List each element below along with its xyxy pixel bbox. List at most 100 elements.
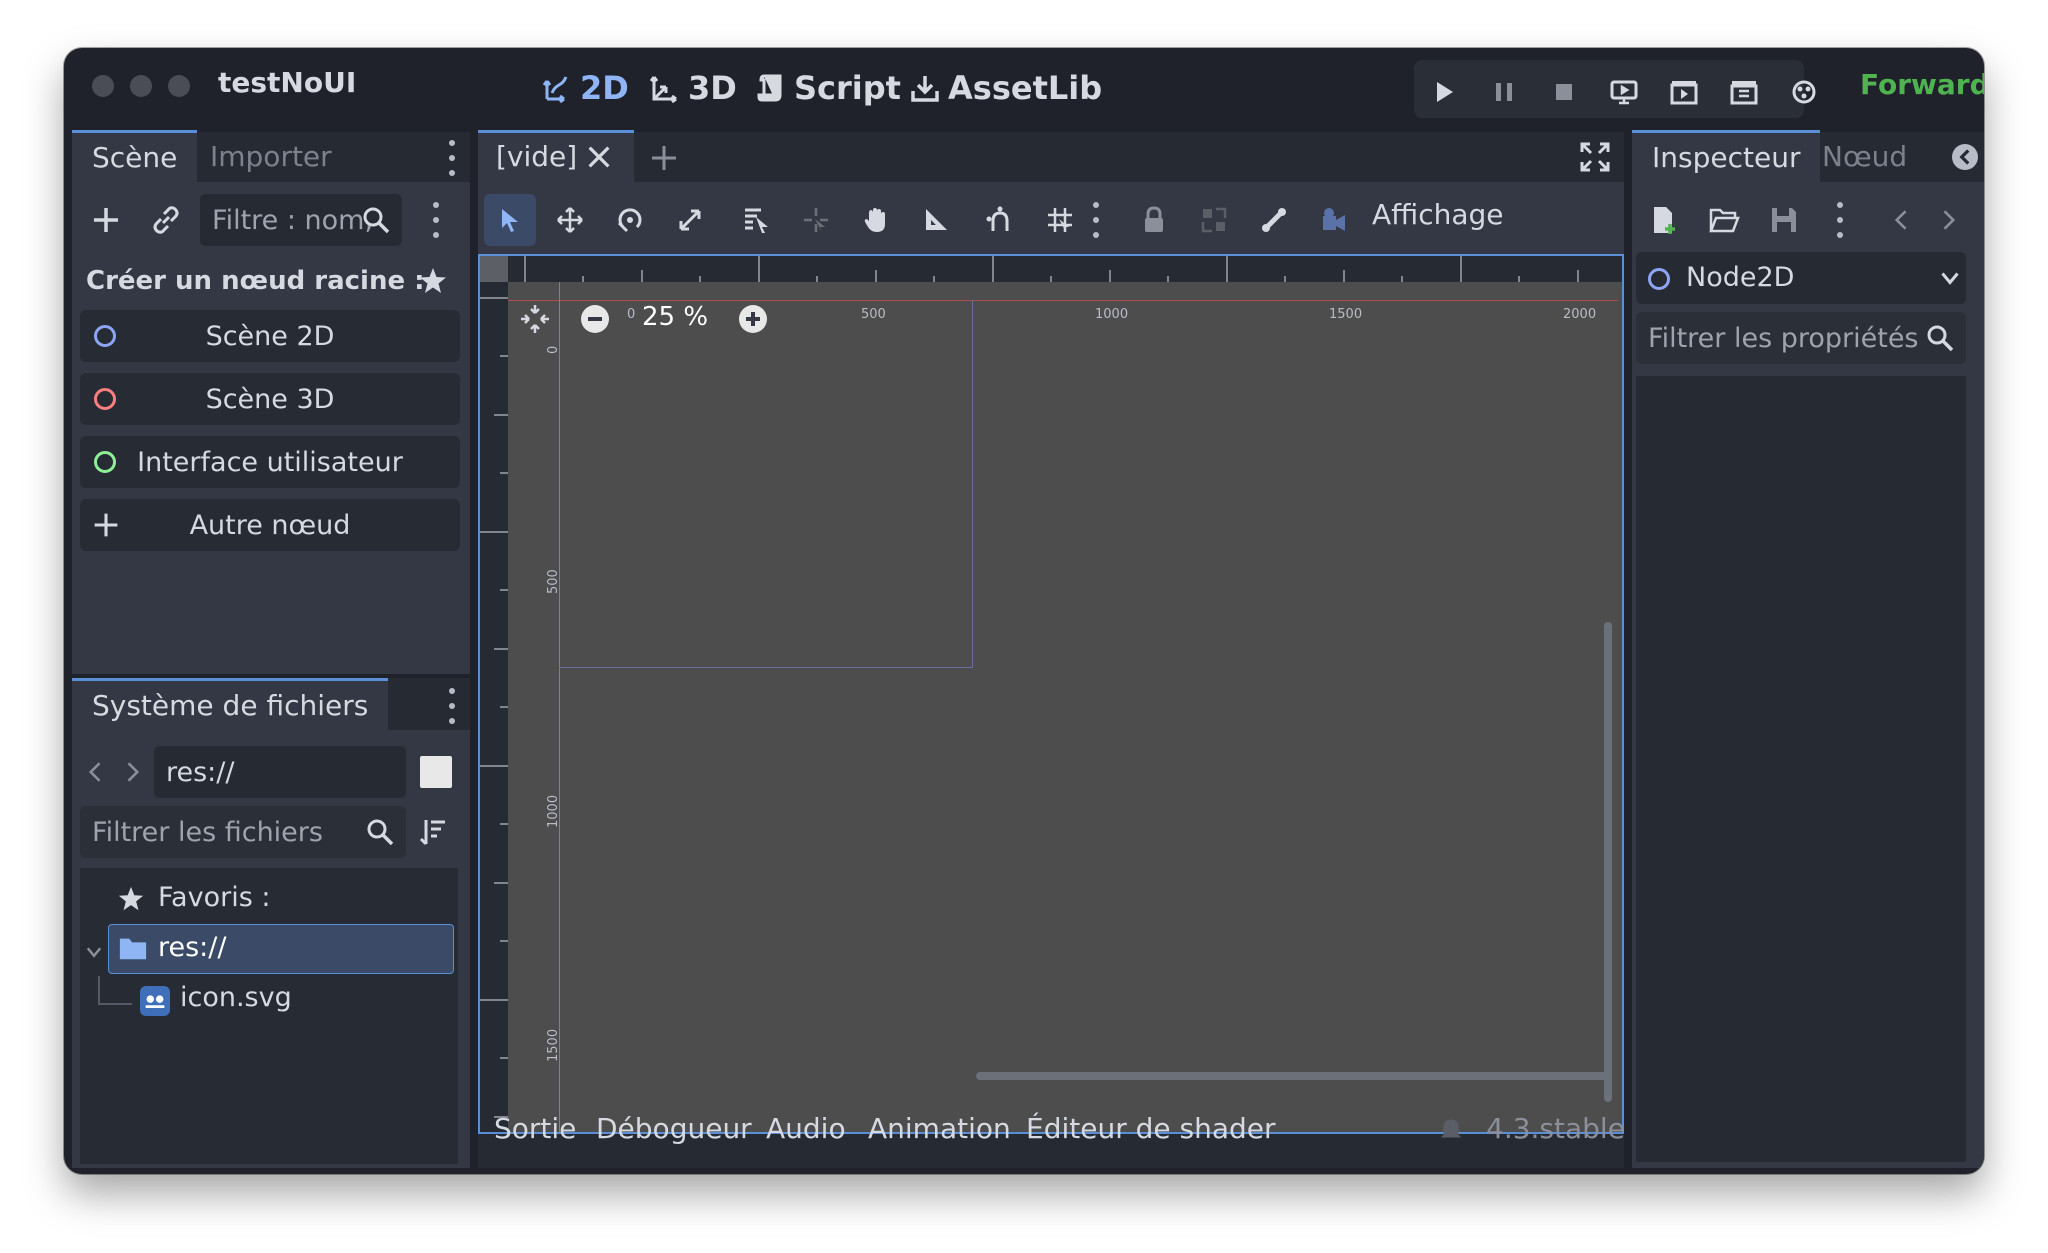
movie-maker-button[interactable] — [1786, 74, 1822, 110]
clapper-icon — [1730, 81, 1758, 105]
tab-output[interactable]: Sortie — [494, 1112, 576, 1145]
create-3d-scene-button[interactable]: Scène 3D — [80, 373, 460, 425]
tab-shader-editor[interactable]: Éditeur de shader — [1026, 1112, 1276, 1145]
vertical-scrollbar[interactable] — [1604, 622, 1612, 1102]
tab-script[interactable]: Script — [756, 66, 901, 110]
smart-snap-button[interactable] — [974, 194, 1026, 246]
fs-toggle-split-button[interactable] — [420, 756, 452, 788]
remote-debug-button[interactable] — [1606, 74, 1642, 110]
fs-filter-search-icon — [364, 816, 396, 848]
camera-override-button[interactable] — [1308, 194, 1360, 246]
tab-node[interactable]: Nœud — [1802, 130, 1927, 182]
zoom-out-icon — [581, 305, 609, 333]
tab-assetlib[interactable]: AssetLib — [910, 66, 1102, 110]
dock-left-button[interactable] — [1952, 144, 1978, 170]
snap-options-button[interactable] — [1092, 202, 1100, 238]
tab-2d-label: 2D — [580, 69, 629, 107]
fs-sort-button[interactable] — [416, 814, 450, 850]
other-node-button[interactable]: Autre nœud — [80, 499, 460, 551]
inspector-extra-menu-button[interactable] — [1836, 202, 1844, 238]
filesystem-menu-button[interactable] — [448, 688, 456, 724]
tab-import[interactable]: Importer — [190, 130, 352, 182]
bell-icon — [1440, 1119, 1462, 1138]
scale-mode-button[interactable] — [664, 194, 716, 246]
create-2d-scene-button[interactable]: Scène 2D — [80, 310, 460, 362]
tab-animation[interactable]: Animation — [868, 1112, 1011, 1145]
scene-tree-menu-button[interactable] — [432, 202, 440, 238]
horizontal-scrollbar[interactable] — [976, 1072, 1608, 1080]
view-menu[interactable]: Affichage — [1372, 198, 1504, 231]
fs-forward-button[interactable] — [118, 754, 146, 790]
ruler-h-label-2000: 2000 — [1563, 307, 1597, 322]
movie-icon — [1670, 81, 1698, 105]
fs-back-button[interactable] — [82, 754, 110, 790]
move-mode-button[interactable] — [544, 194, 596, 246]
history-forward-button[interactable] — [1934, 204, 1962, 236]
chevron-down-icon — [86, 947, 102, 958]
play-button[interactable] — [1426, 74, 1462, 110]
notifications-icon[interactable] — [1436, 1114, 1466, 1144]
close-scene-tab-button[interactable] — [584, 142, 614, 172]
pan-mode-button[interactable] — [850, 194, 902, 246]
zoom-in-icon — [739, 305, 767, 333]
favorites-label: Favoris : — [158, 882, 271, 913]
pivot-icon — [804, 208, 828, 232]
ruler-mode-button[interactable] — [910, 194, 962, 246]
renderer-selector[interactable]: Forward+ — [1860, 68, 1984, 101]
star-icon — [420, 268, 446, 293]
instance-scene-button[interactable] — [146, 200, 186, 240]
tab-2d[interactable]: 2D — [542, 66, 629, 110]
pivot-mode-button[interactable] — [790, 194, 842, 246]
tab-scene[interactable]: Scène — [72, 130, 198, 182]
tab-audio[interactable]: Audio — [766, 1112, 846, 1145]
new-scene-tab-button[interactable] — [648, 142, 680, 174]
stop-button[interactable] — [1546, 74, 1582, 110]
tab-3d-label: 3D — [688, 69, 737, 107]
tab-debugger[interactable]: Débogueur — [596, 1112, 752, 1145]
fs-path-input[interactable]: res:// — [154, 746, 406, 798]
fs-filter-input[interactable]: Filtrer les fichiers — [80, 806, 406, 858]
chevron-left-icon — [1894, 210, 1907, 230]
grid-snap-button[interactable] — [1034, 194, 1086, 246]
load-resource-button[interactable] — [1704, 200, 1744, 240]
fs-filter-placeholder: Filtrer les fichiers — [92, 816, 323, 848]
zoom-out-button[interactable] — [578, 302, 612, 336]
grid-icon — [1048, 208, 1072, 232]
list-select-button[interactable] — [730, 194, 782, 246]
save-resource-button[interactable] — [1764, 200, 1804, 240]
search-icon — [367, 819, 394, 846]
zoom-window-button[interactable] — [168, 75, 190, 97]
center-view-button[interactable] — [518, 302, 552, 336]
distraction-free-button[interactable] — [1578, 140, 1612, 174]
play-custom-scene-button[interactable] — [1726, 74, 1762, 110]
res-collapse-toggle[interactable] — [84, 942, 104, 962]
pause-icon — [1496, 83, 1512, 101]
add-node-button[interactable] — [86, 200, 126, 240]
pause-button[interactable] — [1486, 74, 1522, 110]
group-button[interactable] — [1188, 194, 1240, 246]
create-ui-button[interactable]: Interface utilisateur — [80, 436, 460, 488]
close-window-button[interactable] — [92, 75, 114, 97]
favorites-star-button[interactable] — [416, 264, 450, 298]
property-filter-input[interactable]: Filtrer les propriétés — [1636, 312, 1966, 364]
lock-icon — [1145, 206, 1163, 232]
history-back-button[interactable] — [1888, 204, 1916, 236]
lock-button[interactable] — [1128, 194, 1180, 246]
minimize-window-button[interactable] — [130, 75, 152, 97]
tab-inspector[interactable]: Inspecteur — [1632, 130, 1821, 182]
zoom-in-button[interactable] — [736, 302, 770, 336]
zoom-level[interactable]: 25 % — [642, 302, 708, 332]
play-scene-button[interactable] — [1666, 74, 1702, 110]
select-mode-button[interactable] — [484, 194, 536, 246]
hand-icon — [864, 208, 885, 232]
tab-filesystem[interactable]: Système de fichiers — [72, 678, 389, 730]
scene-dock-menu-button[interactable] — [448, 140, 456, 176]
version-label: 4.3.stable — [1486, 1112, 1625, 1145]
rotate-mode-button[interactable] — [604, 194, 656, 246]
node2d-icon — [1648, 268, 1670, 290]
tab-3d[interactable]: 3D — [650, 66, 737, 110]
stop-icon — [1556, 84, 1572, 100]
skeleton-button[interactable] — [1248, 194, 1300, 246]
chevron-down-icon — [1941, 272, 1959, 285]
new-resource-button[interactable] — [1644, 200, 1684, 240]
